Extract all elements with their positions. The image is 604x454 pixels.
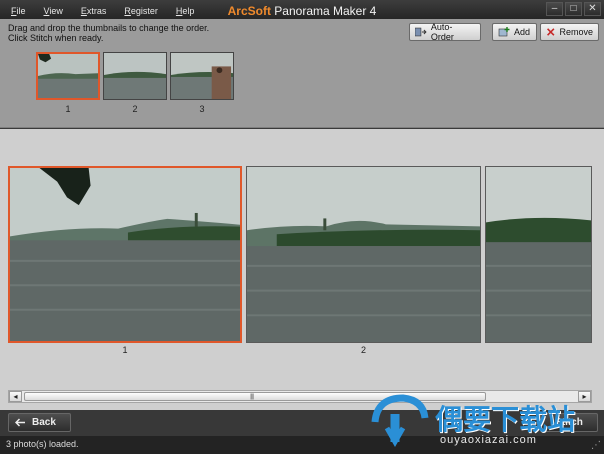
remove-label: Remove: [559, 27, 593, 37]
thumbnail-2-image: [104, 53, 166, 99]
remove-button[interactable]: Remove: [540, 23, 599, 41]
watermark-logo-icon: [371, 394, 429, 448]
thumbnail-3-image: [171, 53, 233, 99]
instruction-line-1: Drag and drop the thumbnails to change t…: [8, 23, 210, 33]
thumbnail-3-number: 3: [199, 104, 205, 114]
photo-preview-panel: 1 2 ◂ |||||| ▸: [0, 129, 604, 410]
instruction-line-2: Click Stitch when ready.: [8, 33, 104, 43]
scroll-left-button[interactable]: ◂: [9, 391, 22, 402]
minimize-button[interactable]: –: [546, 2, 563, 16]
app-title: ArcSoft Panorama Maker 4: [0, 4, 604, 18]
auto-order-button[interactable]: Auto-Order: [409, 22, 481, 42]
photo-1-image: [10, 168, 240, 341]
remove-icon: [547, 28, 555, 36]
watermark-text: 偶要下载站: [435, 403, 576, 436]
photo-2-image: [247, 167, 480, 342]
auto-order-icon: [415, 27, 427, 37]
photo-2[interactable]: [246, 166, 481, 343]
photo-3[interactable]: [485, 166, 592, 343]
thumbnail-1-image: [38, 54, 98, 98]
thumbnail-2-number: 2: [132, 104, 138, 114]
add-label: Add: [514, 27, 531, 37]
window-controls: – □ ✕: [546, 2, 601, 16]
scroll-grip: ||||||: [250, 394, 254, 400]
photo-1[interactable]: [8, 166, 242, 343]
back-button[interactable]: Back: [8, 413, 71, 432]
thumbnail-1-number: 1: [65, 104, 71, 114]
status-text: 3 photo(s) loaded.: [6, 439, 79, 449]
title-bar: File View Extras Register Help ArcSoft P…: [0, 0, 604, 19]
watermark: 偶要下载站 ouyaoxiazai.com: [365, 392, 597, 450]
add-button[interactable]: Add: [492, 23, 537, 41]
photo-1-number: 1: [122, 345, 128, 355]
thumbnail-1[interactable]: [36, 52, 100, 100]
maximize-button[interactable]: □: [565, 2, 582, 16]
watermark-url: ouyaoxiazai.com: [440, 434, 537, 446]
back-label: Back: [32, 417, 56, 428]
arrow-left-icon: [15, 418, 25, 427]
app-title-name: Panorama Maker 4: [270, 4, 377, 18]
instructions: Drag and drop the thumbnails to change t…: [8, 23, 209, 43]
app-title-brand: ArcSoft: [227, 4, 271, 18]
auto-order-label: Auto-Order: [430, 22, 454, 42]
thumbnail-panel: Drag and drop the thumbnails to change t…: [0, 19, 604, 128]
thumbnail-3[interactable]: [170, 52, 234, 100]
photo-2-number: 2: [360, 345, 366, 355]
photo-3-image: [486, 167, 591, 342]
add-photo-icon: [498, 27, 510, 37]
thumbnail-2[interactable]: [103, 52, 167, 100]
close-button[interactable]: ✕: [584, 2, 601, 16]
